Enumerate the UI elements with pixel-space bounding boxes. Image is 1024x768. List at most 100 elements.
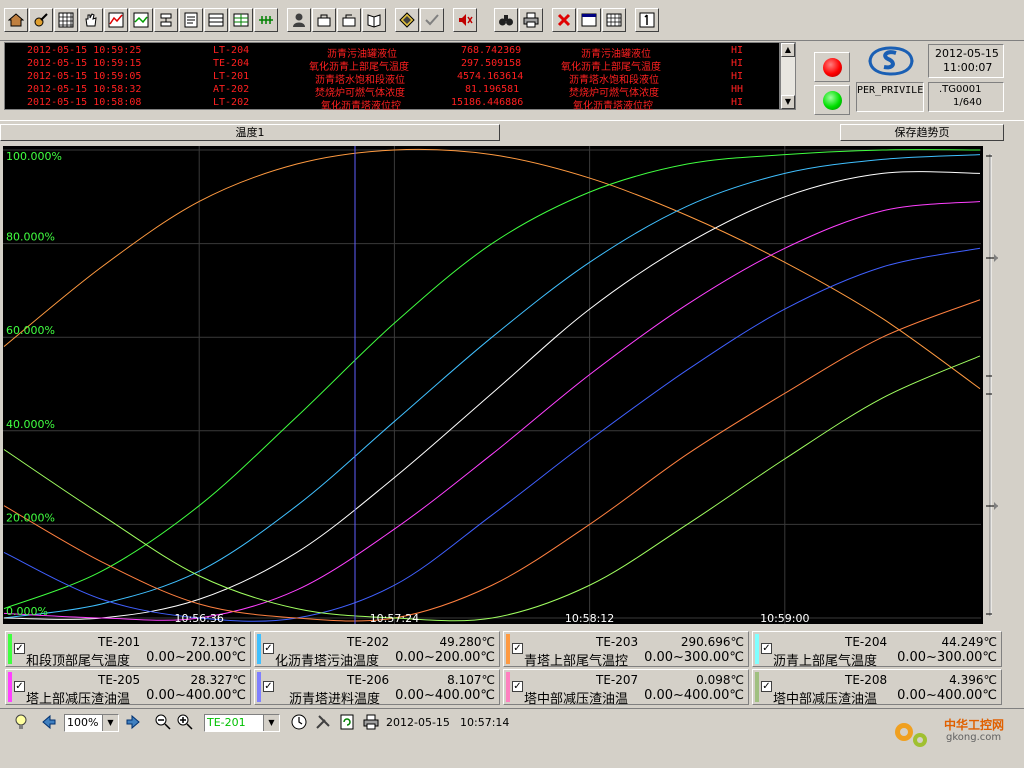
legend-range: 0.00~300.00℃: [644, 650, 744, 665]
legend-item-te-208[interactable]: ✓ TE-208 4.396℃ 塔中部减压渣油温 0.00~400.00℃: [752, 669, 1002, 707]
alarm-lamp-box[interactable]: [814, 52, 850, 82]
tag-select[interactable]: TE-201 ▼: [204, 714, 280, 732]
page-box: .TG0001 1/640: [928, 82, 1004, 112]
network-button[interactable]: [254, 8, 278, 32]
history-button[interactable]: [129, 8, 153, 32]
alarm-time: 2012-05-15 10:59:25: [27, 45, 142, 56]
zoom-out-button[interactable]: [154, 713, 172, 731]
report-icon: [184, 12, 198, 28]
delete-button[interactable]: [552, 8, 576, 32]
normal-lamp-box[interactable]: [814, 85, 850, 115]
cursor-time: 10:57:14: [460, 716, 510, 729]
manual-button[interactable]: [362, 8, 386, 32]
legend-item-te-206[interactable]: ✓ TE-206 8.107℃ 沥青塔进料温度 0.00~400.00℃: [254, 669, 500, 707]
series-visible-checkbox[interactable]: ✓: [14, 643, 25, 654]
trend-chart[interactable]: 100.000% 80.000% 60.000% 40.000% 20.000% 0.00…: [3, 146, 983, 625]
alarm-list[interactable]: 2012-05-15 10:59:25 LT-204 沥青污油罐液位 768.7…: [4, 42, 781, 112]
scroll-right-button[interactable]: [124, 713, 142, 731]
grid-button[interactable]: [54, 8, 78, 32]
series-visible-checkbox[interactable]: ✓: [761, 681, 772, 692]
y-tick-label: 80.000%: [6, 231, 55, 244]
time-button[interactable]: [290, 713, 308, 731]
y-tick-label: 0.000%: [6, 605, 48, 618]
logo-icon: [868, 46, 914, 76]
legend-name: 塔中部减压渣油温: [773, 692, 878, 707]
legend-item-te-203[interactable]: ✓ TE-203 290.696℃ 青塔上部尾气温控 0.00~300.00℃: [503, 631, 749, 669]
legend-tag: TE-204: [845, 635, 888, 649]
mute-button[interactable]: [453, 8, 477, 32]
scroll-up-button[interactable]: ▲: [781, 43, 795, 57]
user-button[interactable]: [287, 8, 311, 32]
login-button[interactable]: [312, 8, 336, 32]
legend-item-te-202[interactable]: ✓ TE-202 49.280℃ 化沥青塔污油温度 0.00~200.00℃: [254, 631, 500, 669]
legend-name: 沥青塔进料温度: [289, 692, 381, 707]
series-visible-checkbox[interactable]: ✓: [14, 681, 25, 692]
series-visible-checkbox[interactable]: ✓: [761, 643, 772, 654]
logout-button[interactable]: [337, 8, 361, 32]
legend-item-te-205[interactable]: ✓ TE-205 28.327℃ 塔上部减压渣油温 0.00~400.00℃: [5, 669, 251, 707]
watermark-logo: 中华工控网 gkong.com: [890, 714, 1020, 754]
clock-box: 2012-05-15 11:00:07: [928, 44, 1004, 78]
series-visible-checkbox[interactable]: ✓: [263, 681, 274, 692]
window-button[interactable]: [577, 8, 601, 32]
print-button[interactable]: [519, 8, 543, 32]
scroll-left-button[interactable]: [40, 713, 58, 731]
alarm-row[interactable]: 2012-05-15 10:59:05 LT-201 沥青塔水饱和段液位 457…: [5, 71, 781, 86]
print-trend-button[interactable]: [362, 713, 380, 731]
legend-item-te-207[interactable]: ✓ TE-207 0.098℃ 塔中部减压渣油温 0.00~400.00℃: [503, 669, 749, 707]
tools-button[interactable]: [29, 8, 53, 32]
green-lamp-icon: [823, 91, 842, 110]
alarm-row[interactable]: 2012-05-15 10:59:25 LT-204 沥青污油罐液位 768.7…: [5, 45, 781, 60]
x-tick-label: 10:56:36: [174, 612, 223, 624]
series-visible-checkbox[interactable]: ✓: [263, 643, 274, 654]
check-button[interactable]: [420, 8, 444, 32]
legend-value: 4.396℃: [949, 673, 997, 687]
table-button[interactable]: [229, 8, 253, 32]
legend-name: 和段顶部尾气温度: [26, 654, 131, 669]
find-button[interactable]: [494, 8, 518, 32]
page-one-button[interactable]: [635, 8, 659, 32]
alarm-tag: AT-202: [213, 84, 250, 95]
zoom-in-button[interactable]: [176, 713, 194, 731]
flow-button[interactable]: [154, 8, 178, 32]
legend-item-te-204[interactable]: ✓ TE-204 44.249℃ 沥青上部尾气温度 0.00~300.00℃: [752, 631, 1002, 669]
trend-button[interactable]: [104, 8, 128, 32]
form-button[interactable]: [204, 8, 228, 32]
report-button[interactable]: [179, 8, 203, 32]
zoom-select[interactable]: 100% ▼: [64, 714, 119, 732]
page-number: 1/640: [953, 97, 982, 108]
wrench-icon: [34, 13, 48, 27]
shield-button[interactable]: [395, 8, 419, 32]
alarm-time: 2012-05-15 10:59:05: [27, 71, 142, 82]
series-line-te-201: [3, 148, 981, 390]
series-visible-checkbox[interactable]: ✓: [512, 643, 523, 654]
hand-button[interactable]: [79, 8, 103, 32]
vertical-scale-bar[interactable]: [984, 146, 1006, 624]
legend-range: 0.00~400.00℃: [395, 688, 495, 703]
alarm-scrollbar[interactable]: ▲ ▼: [780, 42, 796, 110]
scroll-down-button[interactable]: ▼: [781, 95, 795, 109]
keypad-icon: [606, 13, 622, 27]
legend-name: 化沥青塔污油温度: [275, 654, 380, 669]
home-button[interactable]: [4, 8, 28, 32]
alarm-row[interactable]: 2012-05-15 10:59:15 TE-204 氧化沥青上部尾气温度 29…: [5, 58, 781, 73]
refresh-button[interactable]: [338, 713, 356, 731]
legend-tag: TE-208: [845, 673, 888, 687]
legend-item-te-201[interactable]: ✓ TE-201 72.137℃ 和段顶部尾气温度 0.00~200.00℃: [5, 631, 251, 669]
trend-chart-svg[interactable]: 100.000% 80.000% 60.000% 40.000% 20.000% 0.00…: [3, 146, 983, 625]
chevron-down-icon[interactable]: ▼: [102, 715, 118, 731]
tab-temperature-1[interactable]: 温度1: [0, 124, 500, 141]
alarm-row[interactable]: 2012-05-15 10:58:32 AT-202 焚烧炉可燃气体浓度 81.…: [5, 84, 781, 99]
alarm-tag: TE-204: [213, 58, 250, 69]
selected-tag: TE-201: [207, 716, 246, 729]
chevron-down-icon[interactable]: ▼: [263, 715, 279, 731]
series-visible-checkbox[interactable]: ✓: [512, 681, 523, 692]
settings-button[interactable]: [314, 713, 332, 731]
save-trend-button[interactable]: 保存趋势页: [840, 124, 1004, 141]
calc-button[interactable]: [602, 8, 626, 32]
logout-icon: [342, 14, 356, 27]
alarm-row[interactable]: 2012-05-15 10:58:08 LT-202 氧化沥青塔液位控 1518…: [5, 97, 781, 112]
hint-button[interactable]: [12, 713, 30, 731]
form-icon: [208, 13, 224, 27]
user-name: PER_PRIVILE: [857, 85, 924, 96]
